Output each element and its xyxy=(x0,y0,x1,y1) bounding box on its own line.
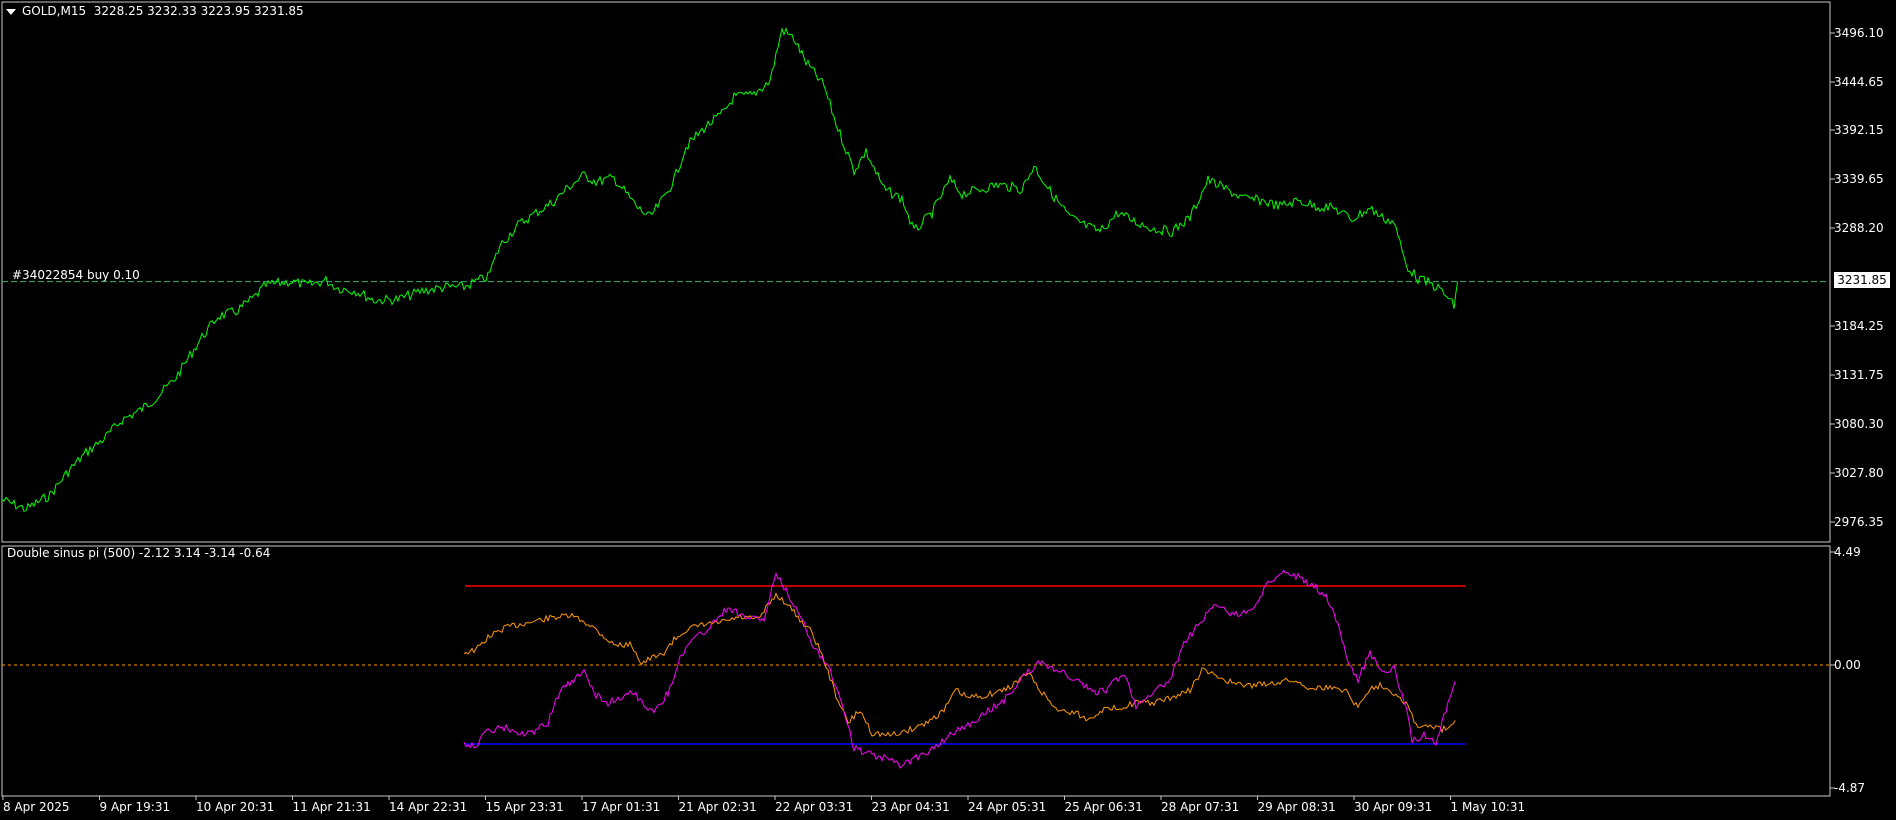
indicator-tick-label: 4.49 xyxy=(1834,545,1861,559)
price-tick-label: 3080.30 xyxy=(1834,417,1884,431)
time-tick-label: 28 Apr 07:31 xyxy=(1161,800,1239,814)
time-tick-label: 10 Apr 20:31 xyxy=(196,800,274,814)
price-axis: 3496.10 3444.65 3392.15 3339.65 3288.20 3184.… xyxy=(1830,26,1884,529)
price-tick-label: 3288.20 xyxy=(1834,221,1884,235)
time-tick-label: 23 Apr 04:31 xyxy=(872,800,950,814)
time-tick-label: 11 Apr 21:31 xyxy=(293,800,371,814)
indicator-levels xyxy=(2,585,1830,745)
time-tick-label: 15 Apr 23:31 xyxy=(486,800,564,814)
indicator-axis: 4.49 0.00 -4.87 xyxy=(1830,545,1865,795)
time-tick-label: 25 Apr 06:31 xyxy=(1065,800,1143,814)
price-tick-label: 3131.75 xyxy=(1834,368,1884,382)
time-tick-label: 29 Apr 08:31 xyxy=(1258,800,1336,814)
trading-chart[interactable]: 3496.10 3444.65 3392.15 3339.65 3288.20 3184.… xyxy=(0,0,1896,820)
indicator-tick-label: 0.00 xyxy=(1834,658,1861,672)
price-series-gold xyxy=(1,26,1459,512)
indicator-frame xyxy=(1,545,1831,797)
time-tick-label: 21 Apr 02:31 xyxy=(679,800,757,814)
time-tick-label: 9 Apr 19:31 xyxy=(100,800,171,814)
time-tick-label: 8 Apr 2025 xyxy=(3,800,70,814)
price-tick-label: 3392.15 xyxy=(1834,123,1884,137)
price-tick-label: 3496.10 xyxy=(1834,26,1884,40)
indicator-tick-label: -4.87 xyxy=(1834,781,1865,795)
price-tick-label: 3444.65 xyxy=(1834,75,1884,89)
time-tick-label: 17 Apr 01:31 xyxy=(582,800,660,814)
price-tick-label: 3184.25 xyxy=(1834,319,1884,333)
indicator-series-magenta xyxy=(463,569,1456,769)
time-tick-label: 30 Apr 09:31 xyxy=(1354,800,1432,814)
price-tick-label: 2976.35 xyxy=(1834,515,1884,529)
price-tick-label: 3339.65 xyxy=(1834,172,1884,186)
main-chart-frame xyxy=(1,1,1831,543)
time-tick-label: 1 May 10:31 xyxy=(1451,800,1526,814)
price-tick-label: 3027.80 xyxy=(1834,466,1884,480)
time-tick-label: 14 Apr 22:31 xyxy=(389,800,467,814)
time-tick-label: 22 Apr 03:31 xyxy=(775,800,853,814)
time-axis: 8 Apr 2025 9 Apr 19:31 10 Apr 20:31 11 Apr … xyxy=(2,796,1526,814)
time-tick-label: 24 Apr 05:31 xyxy=(968,800,1046,814)
